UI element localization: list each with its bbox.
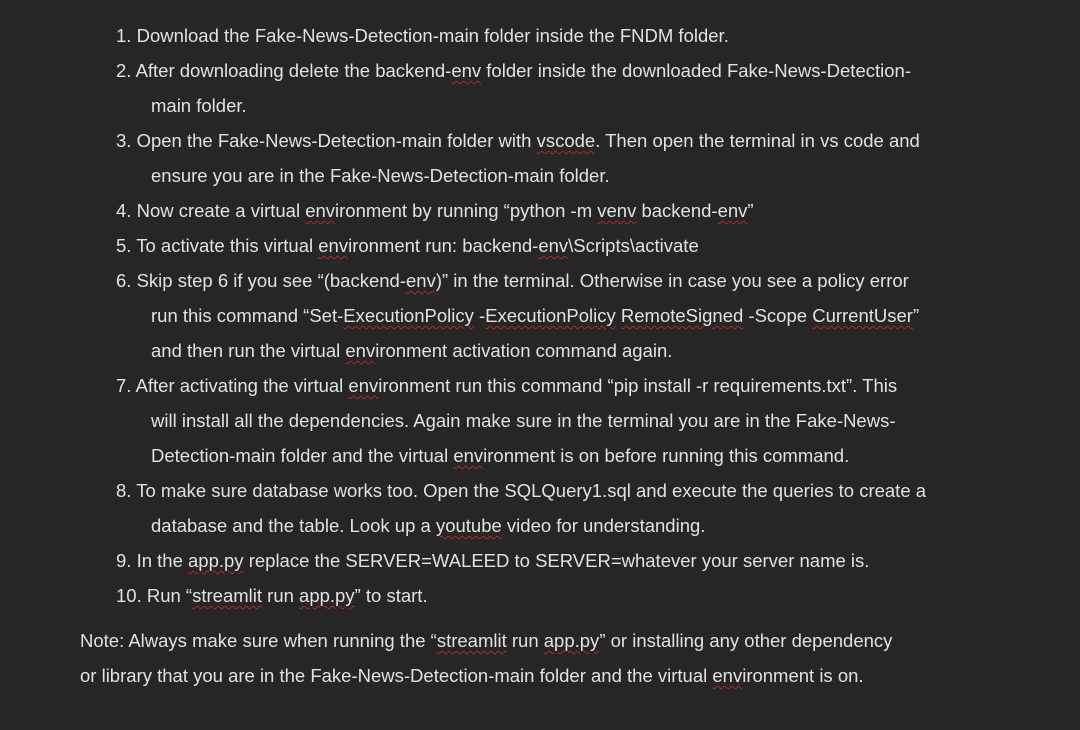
list-item-continuation: database and the table. Look up a youtub… (151, 515, 706, 536)
spellcheck-flag: app.py (543, 630, 600, 651)
list-item-number: 5. (116, 235, 132, 256)
spellcheck-flag: vscode (536, 130, 596, 151)
list-item-continuation: run this command “Set-ExecutionPolicy -E… (151, 305, 920, 326)
list-item-number: 7. (116, 375, 132, 396)
list-item-number: 10. (116, 585, 142, 606)
spellcheck-flag: ExecutionPolicy (485, 305, 616, 326)
spellcheck-flag: streamlit (192, 585, 263, 606)
list-item-text: Run “streamlit run app.py” to start. (146, 585, 428, 606)
list-item-text: In the app.py replace the SERVER=WALEED … (136, 550, 870, 571)
list-item: 9. In the app.py replace the SERVER=WALE… (116, 543, 1016, 578)
list-item: 2. After downloading delete the backend-… (116, 53, 1016, 123)
spellcheck-flag: env (538, 235, 569, 256)
spellcheck-flag: env (712, 665, 743, 686)
spellcheck-flag: ExecutionPolicy (343, 305, 474, 326)
list-item-number: 9. (116, 550, 132, 571)
spellcheck-flag: env (453, 445, 484, 466)
spellcheck-flag: env (451, 60, 482, 81)
list-item-text: After downloading delete the backend-env… (135, 60, 911, 81)
list-item: 10. Run “streamlit run app.py” to start. (116, 578, 1016, 613)
list-item: 5. To activate this virtual environment … (116, 228, 1016, 263)
list-item: 4. Now create a virtual environment by r… (116, 193, 1016, 228)
list-item-text: Now create a virtual environment by runn… (136, 200, 754, 221)
list-item-text: To make sure database works too. Open th… (136, 480, 927, 501)
list-item-text: After activating the virtual environment… (135, 375, 898, 396)
list-item-continuation: and then run the virtual environment act… (151, 340, 673, 361)
spellcheck-flag: venv (597, 200, 637, 221)
list-item-number: 6. (116, 270, 132, 291)
instruction-list: 1. Download the Fake-News-Detection-main… (116, 18, 1016, 613)
spellcheck-flag: CurrentUser (812, 305, 913, 326)
list-item: 7. After activating the virtual environm… (116, 368, 1016, 473)
list-item: 1. Download the Fake-News-Detection-main… (116, 18, 1016, 53)
list-item-continuation: ensure you are in the Fake-News-Detectio… (151, 165, 610, 186)
note-line: or library that you are in the Fake-News… (80, 665, 864, 686)
list-item: 3. Open the Fake-News-Detection-main fol… (116, 123, 1016, 193)
list-item-number: 3. (116, 130, 132, 151)
list-item-text: To activate this virtual environment run… (136, 235, 699, 256)
list-item-number: 1. (116, 25, 132, 46)
list-item-number: 4. (116, 200, 132, 221)
list-item-number: 2. (116, 60, 132, 81)
list-item-continuation: main folder. (151, 95, 247, 116)
list-item-number: 8. (116, 480, 132, 501)
spellcheck-flag: streamlit (436, 630, 507, 651)
spellcheck-flag: app.py (299, 585, 355, 606)
spellcheck-flag: env (348, 375, 379, 396)
spellcheck-flag: env (318, 235, 349, 256)
spellcheck-flag: env (345, 340, 376, 361)
list-item-text: Open the Fake-News-Detection-main folder… (136, 130, 920, 151)
spellcheck-flag: env (717, 200, 748, 221)
note-line: Note: Always make sure when running the … (80, 630, 893, 651)
spellcheck-flag: RemoteSigned (620, 305, 744, 326)
list-item-text: Download the Fake-News-Detection-main fo… (136, 25, 729, 46)
list-item-continuation: will install all the dependencies. Again… (151, 410, 896, 431)
list-item: 6. Skip step 6 if you see “(backend-env)… (116, 263, 1016, 368)
list-item: 8. To make sure database works too. Open… (116, 473, 1016, 543)
spellcheck-flag: env (406, 270, 436, 291)
spellcheck-flag: env (305, 200, 336, 221)
note-paragraph: Note: Always make sure when running the … (80, 623, 1040, 693)
spellcheck-flag: app.py (188, 550, 244, 571)
list-item-continuation: Detection-main folder and the virtual en… (151, 445, 850, 466)
document-page: 1. Download the Fake-News-Detection-main… (0, 0, 1080, 730)
spellcheck-flag: youtube (435, 515, 502, 536)
list-item-text: Skip step 6 if you see “(backend-env)” i… (136, 270, 909, 291)
